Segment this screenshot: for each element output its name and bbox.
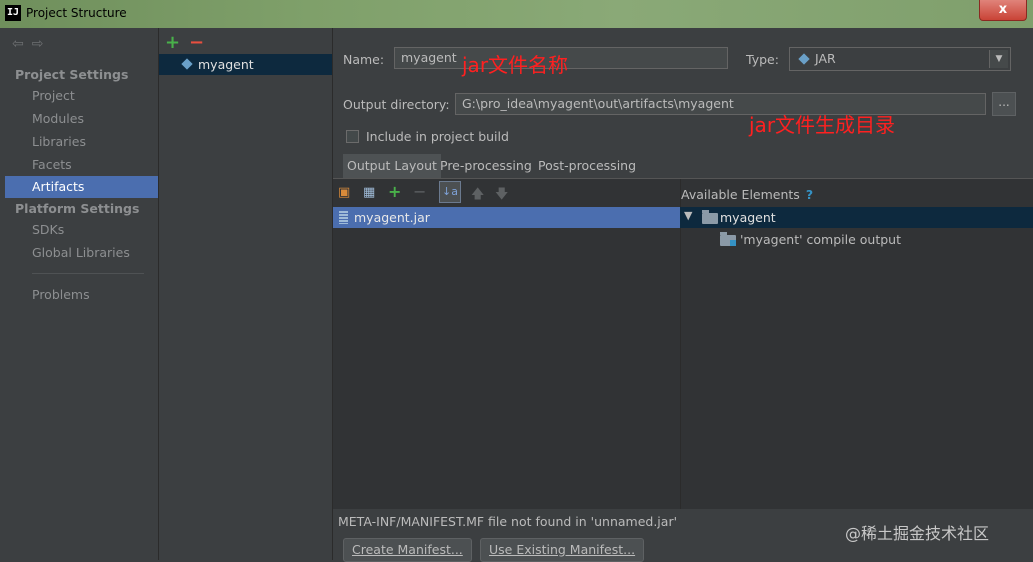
forward-arrow-icon[interactable]: ⇨ — [32, 36, 44, 52]
layout-splitter[interactable] — [680, 179, 681, 509]
window-title-bar: IJ Project Structure x — [0, 0, 1033, 28]
sidebar-item-libraries[interactable]: Libraries — [32, 134, 86, 149]
include-in-build-checkbox[interactable] — [346, 130, 359, 143]
jar-artifact-icon — [181, 58, 193, 70]
add-artifact-button[interactable]: + — [165, 32, 180, 53]
compile-output-label: 'myagent' compile output — [740, 232, 901, 247]
close-window-button[interactable]: x — [979, 0, 1027, 21]
move-up-button[interactable]: 🡅 — [471, 185, 484, 207]
available-elements-header: Available Elements? — [681, 187, 813, 202]
jar-type-icon — [798, 53, 810, 65]
sidebar-item-project[interactable]: Project — [32, 88, 75, 103]
sidebar-item-artifacts[interactable]: Artifacts — [5, 176, 158, 198]
artifact-editor: Name: myagent jar文件名称 Type: JAR ▼ Output… — [333, 28, 1033, 562]
window-title: Project Structure — [26, 6, 127, 20]
new-archive-icon[interactable]: ▦ — [363, 185, 375, 200]
type-label: Type: — [746, 52, 779, 67]
sidebar-item-global-libraries[interactable]: Global Libraries — [32, 245, 130, 260]
output-directory-label: Output directory: — [343, 97, 450, 112]
module-folder-icon — [702, 210, 718, 224]
module-badge-icon — [730, 240, 736, 246]
output-directory-annotation: jar文件生成目录 — [749, 113, 896, 137]
add-element-button[interactable]: + — [388, 182, 401, 201]
jar-icon — [339, 211, 348, 224]
move-down-button[interactable]: 🡇 — [495, 185, 508, 207]
back-arrow-icon[interactable]: ⇦ — [12, 36, 24, 52]
layout-root-myagent-jar[interactable]: myagent.jar — [333, 207, 680, 228]
artifact-type-select[interactable]: JAR ▼ — [789, 47, 1011, 71]
layout-root-label: myagent.jar — [354, 210, 430, 225]
help-icon[interactable]: ? — [806, 187, 813, 202]
chevron-down-icon[interactable]: ▼ — [989, 50, 1008, 68]
name-label: Name: — [343, 52, 385, 67]
tab-output-layout[interactable]: Output Layout — [343, 154, 441, 178]
platform-settings-header: Platform Settings — [15, 201, 140, 216]
tab-pre-processing[interactable]: Pre-processing — [440, 154, 532, 178]
project-settings-header: Project Settings — [15, 67, 129, 82]
remove-element-button[interactable]: − — [413, 182, 426, 201]
available-elements-title: Available Elements — [681, 187, 800, 202]
settings-sidebar: ⇦ ⇨ Project Settings Project Modules Libr… — [0, 28, 158, 560]
output-directory-input[interactable]: G:\pro_idea\myagent\out\artifacts\myagen… — [455, 93, 986, 115]
sidebar-item-facets[interactable]: Facets — [32, 157, 72, 172]
sidebar-item-problems[interactable]: Problems — [32, 287, 90, 302]
sidebar-divider — [32, 273, 144, 274]
sort-elements-button[interactable]: ↓a — [439, 181, 461, 203]
expand-arrow-icon[interactable]: ▼ — [684, 209, 692, 222]
use-existing-manifest-button[interactable]: Use Existing Manifest... — [480, 538, 645, 562]
new-directory-icon[interactable]: ▣ — [338, 185, 350, 200]
tab-post-processing[interactable]: Post-processing — [538, 154, 636, 178]
output-layout-panel: ▣ ▦ + − ↓a 🡅 🡇 myagent.jar Available Ele… — [333, 179, 1033, 509]
watermark: @稀土掘金技术社区 — [845, 524, 990, 543]
artifact-item-label: myagent — [198, 57, 254, 72]
include-in-build-label: Include in project build — [366, 129, 509, 144]
artifact-item-myagent[interactable]: myagent — [159, 54, 332, 75]
browse-button[interactable]: ... — [992, 92, 1016, 116]
available-item-compile-output[interactable]: 'myagent' compile output — [720, 229, 1033, 250]
manifest-warning: META-INF/MANIFEST.MF file not found in '… — [338, 514, 678, 529]
history-nav: ⇦ ⇨ — [12, 36, 51, 52]
intellij-app-icon: IJ — [5, 5, 21, 21]
available-item-label: myagent — [720, 210, 776, 225]
create-manifest-button[interactable]: Create Manifest... — [343, 538, 472, 562]
remove-artifact-button[interactable]: − — [189, 32, 204, 53]
sidebar-item-sdks[interactable]: SDKs — [32, 222, 64, 237]
name-annotation: jar文件名称 — [462, 53, 569, 77]
type-value: JAR — [815, 51, 836, 66]
sidebar-item-modules[interactable]: Modules — [32, 111, 84, 126]
artifacts-list-panel: + − myagent — [159, 28, 332, 560]
available-item-myagent[interactable]: ▼ myagent — [680, 207, 1033, 228]
